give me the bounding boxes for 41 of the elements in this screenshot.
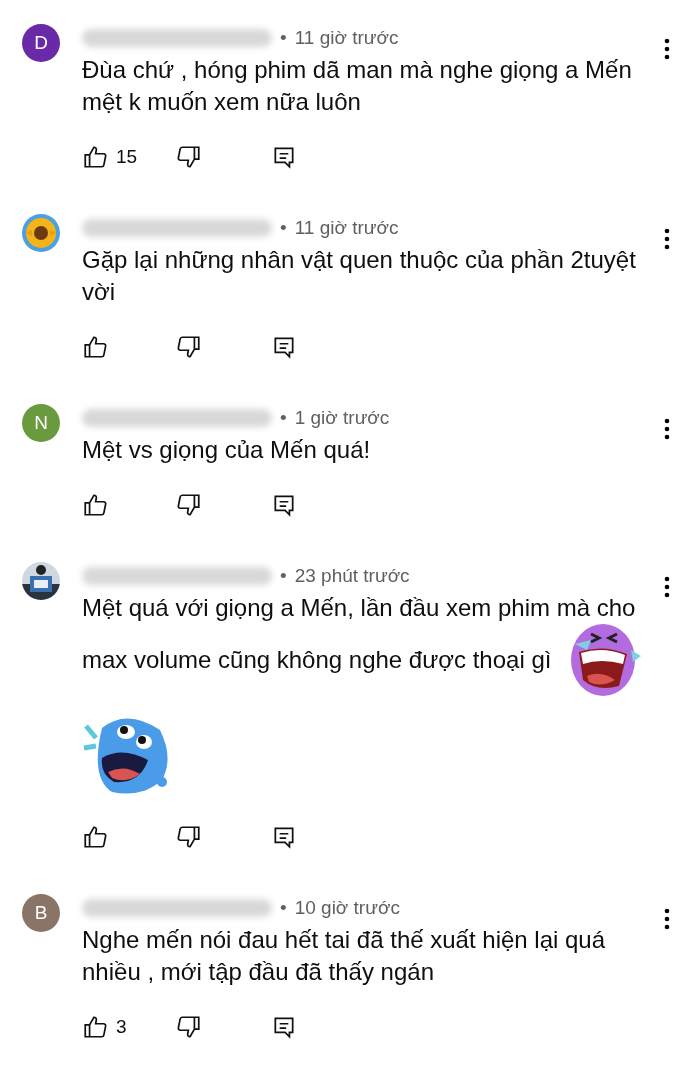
comment-time: 23 phút trước bbox=[294, 565, 410, 587]
comment-text: Mệt quá với giọng a Mến, lần đầu xem phim mà cho bbox=[82, 593, 637, 623]
separator-dot: • bbox=[280, 897, 287, 919]
thumbs-up-icon[interactable] bbox=[82, 492, 108, 518]
more-options-icon[interactable] bbox=[664, 418, 670, 440]
comment-time: 10 giờ trước bbox=[294, 897, 400, 919]
like-count: 3 bbox=[116, 1016, 127, 1038]
thumbs-down-icon[interactable] bbox=[176, 334, 202, 360]
separator-dot: • bbox=[280, 217, 287, 239]
avatar[interactable]: N bbox=[22, 404, 60, 442]
like-count: 15 bbox=[116, 146, 138, 168]
reply-icon[interactable] bbox=[271, 824, 297, 850]
comment-text: Đùa chứ , hóng phim dã man mà nghe giọng a Mến mệt k muốn xem nữa luôn bbox=[82, 55, 633, 117]
thumbs-down-icon[interactable] bbox=[176, 492, 202, 518]
more-options-icon[interactable] bbox=[664, 38, 670, 60]
thumbs-up-icon[interactable] bbox=[82, 824, 108, 850]
thumbs-up-icon[interactable] bbox=[82, 1014, 108, 1040]
comment-text: Nghe mến nói đau hết tai đã thế xuất hiện lại quá nhiều , mới tập đầu đã thấy ngán bbox=[82, 925, 607, 987]
thumbs-down-icon[interactable] bbox=[176, 144, 202, 170]
thumbs-down-icon[interactable] bbox=[176, 824, 202, 850]
thumbs-down-icon[interactable] bbox=[176, 1014, 202, 1040]
reply-icon[interactable] bbox=[271, 144, 297, 170]
reply-icon[interactable] bbox=[271, 492, 297, 518]
comment-text: max volume cũng không nghe được thoại gì bbox=[82, 645, 552, 675]
comment-time: 11 giờ trước bbox=[294, 217, 399, 239]
comment-text: Mệt vs giọng của Mến quá! bbox=[82, 435, 372, 465]
comment-text: Gặp lại những nhân vật quen thuộc của phần 2tuyệt vời bbox=[82, 245, 637, 307]
separator-dot: • bbox=[280, 565, 287, 587]
separator-dot: • bbox=[280, 407, 287, 429]
comment-time: 1 giờ trước bbox=[294, 407, 390, 429]
comment-time: 11 giờ trước bbox=[294, 27, 399, 49]
reply-icon[interactable] bbox=[271, 1014, 297, 1040]
more-options-icon[interactable] bbox=[664, 576, 670, 598]
more-options-icon[interactable] bbox=[664, 228, 670, 250]
separator-dot: • bbox=[280, 27, 287, 49]
thumbs-up-icon[interactable] bbox=[82, 334, 108, 360]
thumbs-up-icon[interactable] bbox=[82, 144, 108, 170]
reply-icon[interactable] bbox=[271, 334, 297, 360]
avatar[interactable]: B bbox=[22, 894, 60, 932]
more-options-icon[interactable] bbox=[664, 908, 670, 930]
avatar[interactable]: D bbox=[22, 24, 60, 62]
